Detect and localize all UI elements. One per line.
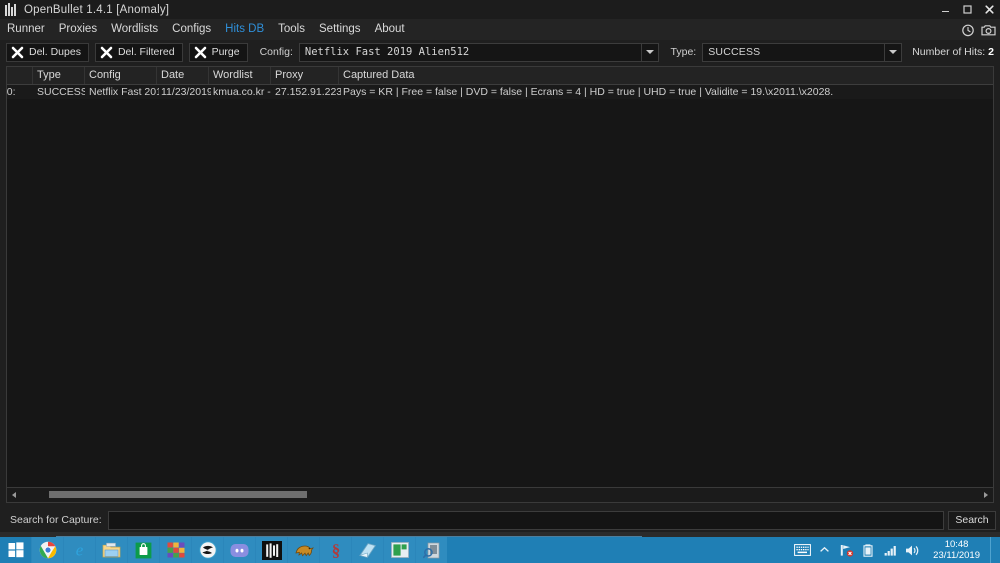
table-horizontal-scrollbar[interactable] (6, 487, 994, 503)
maximize-button[interactable] (956, 0, 978, 19)
network-error-icon[interactable] (838, 537, 855, 563)
delete-filtered-button[interactable]: Del. Filtered (95, 43, 183, 62)
menu-item-wordlists[interactable]: Wordlists (104, 19, 165, 40)
search-capture-input[interactable] (108, 511, 944, 530)
chevron-down-icon[interactable] (641, 44, 658, 61)
cell-proxy: 27.152.91.223:99 (271, 85, 341, 99)
openbullet-window: OpenBullet 1.4.1 [Anomaly] Runner Proxie… (0, 0, 1000, 563)
menu-item-settings[interactable]: Settings (312, 19, 368, 40)
chevron-down-icon[interactable] (884, 44, 901, 61)
table-body: :30: SUCCESS Netflix Fast 2019 11/23/201… (7, 85, 993, 503)
file-explorer-icon[interactable] (95, 537, 127, 563)
column-header-captured-data[interactable]: Captured Data (339, 67, 979, 84)
hits-count-label: Number of Hits: (912, 46, 985, 58)
purge-button[interactable]: Purge (189, 43, 248, 62)
column-header-date[interactable]: Date (157, 67, 209, 84)
scrollbar-track[interactable] (21, 488, 979, 502)
hits-toolbar: Del. Dupes Del. Filtered Purge Config: N… (0, 40, 1000, 64)
internet-explorer-icon[interactable]: e (63, 537, 95, 563)
config-select-value: Netflix Fast 2019 Alien512 (300, 46, 641, 58)
taskbar-clock[interactable]: 10:48 23/11/2019 (926, 539, 985, 561)
menu-item-proxies[interactable]: Proxies (52, 19, 104, 40)
battery-icon[interactable] (860, 537, 877, 563)
app-dark-circle-icon[interactable] (191, 537, 223, 563)
column-header-partial[interactable] (7, 67, 33, 84)
search-button[interactable]: Search (948, 511, 996, 530)
cell-date: 11/23/2019 10 (157, 85, 211, 99)
delete-filtered-label: Del. Filtered (118, 46, 175, 58)
menu-item-tools[interactable]: Tools (271, 19, 312, 40)
type-select[interactable]: SUCCESS (702, 43, 902, 62)
svg-text:§: § (331, 541, 340, 559)
x-icon (194, 46, 207, 59)
hits-count-value: 2 (988, 46, 994, 58)
volume-icon[interactable] (904, 537, 921, 563)
hits-count: Number of Hits:2 (912, 46, 994, 58)
search-capture-bar: Search for Capture: Search (0, 508, 1000, 532)
clock-time: 10:48 (933, 539, 980, 550)
cell-config: Netflix Fast 2019 (85, 85, 159, 99)
table-header-row: Type Config Date Wordlist Proxy Captured… (7, 67, 993, 85)
paragraph-icon[interactable]: § (319, 537, 351, 563)
type-select-value: SUCCESS (703, 46, 884, 58)
column-header-config[interactable]: Config (85, 67, 157, 84)
system-tray: 10:48 23/11/2019 (794, 537, 1000, 563)
windows-taskbar: e (0, 537, 1000, 563)
signal-icon[interactable] (882, 537, 899, 563)
winrar-icon[interactable] (159, 537, 191, 563)
menu-item-runner[interactable]: Runner (0, 19, 52, 40)
column-header-wordlist[interactable]: Wordlist (209, 67, 271, 84)
menu-item-configs[interactable]: Configs (165, 19, 218, 40)
menu-bar-icons (961, 19, 996, 40)
chevron-right-icon[interactable] (979, 488, 993, 502)
menu-bar: Runner Proxies Wordlists Configs Hits DB… (0, 19, 1000, 41)
delete-duplicates-label: Del. Dupes (29, 46, 81, 58)
discord-icon[interactable] (223, 537, 255, 563)
clock-date: 23/11/2019 (933, 550, 980, 561)
x-icon (11, 46, 24, 59)
chevron-left-icon[interactable] (7, 488, 21, 502)
store-icon[interactable] (127, 537, 159, 563)
show-hidden-icons-icon[interactable] (816, 537, 833, 563)
menu-item-about[interactable]: About (368, 19, 412, 40)
green-window-icon[interactable] (383, 537, 415, 563)
column-header-type[interactable]: Type (33, 67, 85, 84)
cell-wordlist: kmua.co.kr - kmu (209, 85, 271, 99)
chrome-icon[interactable] (31, 537, 63, 563)
cheetah-icon[interactable] (287, 537, 319, 563)
openbullet-icon[interactable] (255, 537, 287, 563)
minimize-button[interactable] (934, 0, 956, 19)
purge-label: Purge (212, 46, 240, 58)
cell-type: SUCCESS (33, 85, 85, 99)
menu-item-hits-db[interactable]: Hits DB (218, 19, 271, 40)
title-bar: OpenBullet 1.4.1 [Anomaly] (0, 0, 1000, 20)
clock-icon[interactable] (961, 23, 975, 37)
table-row[interactable]: :30: SUCCESS Netflix Fast 2019 11/23/201… (7, 85, 993, 99)
type-label: Type: (671, 46, 697, 58)
camera-icon[interactable] (981, 23, 996, 37)
scrollbar-thumb[interactable] (49, 491, 307, 498)
close-button[interactable] (978, 0, 1000, 19)
cell-partial: :30: (6, 85, 33, 99)
config-label: Config: (260, 46, 293, 58)
delete-duplicates-button[interactable]: Del. Dupes (6, 43, 89, 62)
config-select[interactable]: Netflix Fast 2019 Alien512 (299, 43, 659, 62)
search-capture-label: Search for Capture: (10, 514, 102, 526)
show-desktop-button[interactable] (990, 537, 996, 563)
windows-start-icon[interactable] (0, 537, 31, 563)
column-header-proxy[interactable]: Proxy (271, 67, 339, 84)
keyboard-icon[interactable] (794, 537, 811, 563)
window-controls (934, 0, 1000, 19)
x-icon (100, 46, 113, 59)
window-title: OpenBullet 1.4.1 [Anomaly] (24, 4, 169, 16)
search-app-icon[interactable] (415, 537, 447, 563)
svg-text:e: e (76, 541, 84, 559)
notepad-icon[interactable] (351, 537, 383, 563)
hits-table: Type Config Date Wordlist Proxy Captured… (6, 66, 994, 503)
openbullet-bars-logo-icon (5, 3, 16, 16)
cell-captured-data: Pays = KR | Free = false | DVD = false |… (339, 85, 987, 99)
